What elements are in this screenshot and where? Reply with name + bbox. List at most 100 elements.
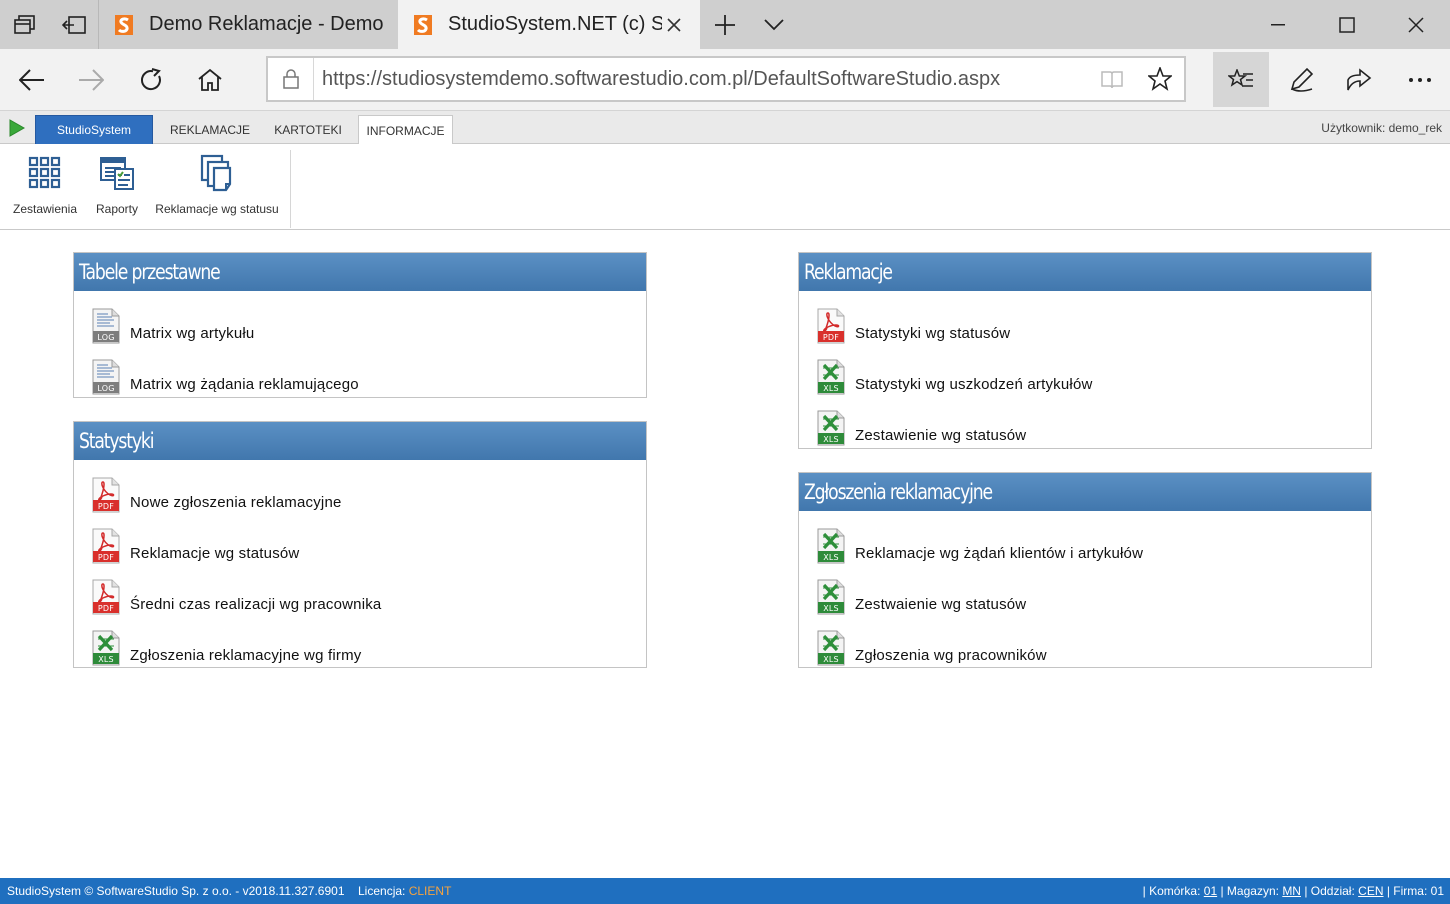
panel-title: Zgłoszenia reklamacyjne [799,473,1371,511]
pdf-file-icon [90,528,122,564]
share-icon[interactable] [1329,49,1389,110]
firma-label: | Firma: [1386,884,1428,898]
refresh-icon[interactable] [121,49,181,110]
tab-studiosystem[interactable]: StudioSystem [35,115,153,145]
notes-pen-icon[interactable] [1271,49,1331,110]
tab-informacje[interactable]: INFORMACJE [358,115,453,146]
maximize-icon[interactable] [1312,0,1381,49]
context-info: | Komórka: 01 | Magazyn: MN | Oddział: C… [1143,878,1444,904]
oddzial-label: | Oddział: [1304,884,1355,898]
ribbon-separator [290,150,291,228]
favorites-hub-icon[interactable] [1213,52,1269,107]
report-link-label[interactable]: Zestwaienie wg statusów [855,596,1026,613]
tab-preview-chevron-icon[interactable] [749,0,798,49]
report-link-label[interactable]: Matrix wg artykułu [130,325,254,342]
minimize-icon[interactable] [1243,0,1312,49]
panel-title: Tabele przestawne [74,253,646,291]
oddzial-link[interactable]: CEN [1358,884,1383,898]
report-link[interactable]: Zestwaienie wg statusów [815,568,1371,619]
ribbon-reklamacje-wg-statusu-button[interactable]: Reklamacje wg statusu [152,154,282,216]
play-icon[interactable] [9,119,25,137]
report-link-label[interactable]: Reklamacje wg statusów [130,545,299,562]
tab-title: Demo Reklamacje - Demo c [149,13,384,35]
report-link[interactable]: Średni czas realizacji wg pracownika [90,568,646,619]
panel-title: Reklamacje [799,253,1371,291]
report-link[interactable]: Nowe zgłoszenia reklamacyjne [90,466,646,517]
report-link[interactable]: Zestawienie wg statusów [815,399,1371,450]
close-tab-icon[interactable] [662,13,686,37]
panel-statystyki: Statystyki Nowe zgłoszenia reklamacyjne … [73,421,647,668]
license-value: CLIENT [408,884,452,898]
browser-tab-demo[interactable]: Demo Reklamacje - Demo c [98,0,398,49]
forward-arrow-icon[interactable] [61,49,121,110]
xls-file-icon [815,579,847,615]
pdf-file-icon [90,579,122,615]
favorite-star-icon[interactable] [1136,58,1184,100]
ribbon-label: Reklamacje wg statusu [155,202,279,216]
report-link-label[interactable]: Zgłoszenia wg pracowników [855,647,1047,664]
firma-value: 01 [1430,884,1444,898]
report-link-label[interactable]: Średni czas realizacji wg pracownika [130,596,381,613]
app-ribbon: Zestawienia Raporty Reklamacje wg status… [0,144,1450,230]
report-link-label[interactable]: Reklamacje wg żądań klientów i artykułów [855,545,1143,562]
report-link-label[interactable]: Nowe zgłoszenia reklamacyjne [130,494,342,511]
ribbon-label: Zestawienia [12,202,78,216]
report-link-label[interactable]: Matrix wg żądania reklamującego [130,376,359,393]
komorka-label: | Komórka: [1142,884,1201,898]
lock-icon[interactable] [268,58,314,100]
report-link[interactable]: Zgłoszenia reklamacyjne wg firmy [90,619,646,670]
pdf-file-icon [90,477,122,513]
copyright-text: StudioSystem © SoftwareStudio Sp. z o.o.… [7,884,345,898]
pdf-file-icon [815,308,847,344]
status-bar: StudioSystem © SoftwareStudio Sp. z o.o.… [0,878,1450,904]
xls-file-icon [815,359,847,395]
browser-navbar: https://studiosystemdemo.softwarestudio.… [0,49,1450,110]
address-bar[interactable]: https://studiosystemdemo.softwarestudio.… [266,56,1186,102]
back-arrow-icon[interactable] [2,49,62,110]
tab-kartoteki[interactable]: KARTOTEKI [264,115,352,145]
more-options-icon[interactable] [1390,49,1450,110]
xls-file-icon [815,630,847,666]
report-link-label[interactable]: Zestawienie wg statusów [855,427,1026,444]
log-file-icon [90,308,122,344]
report-link[interactable]: Statystyki wg statusów [815,297,1371,348]
ribbon-label: Raporty [95,202,139,216]
browser-tab-strip: Demo Reklamacje - Demo c StudioSystem.NE… [0,0,1450,49]
report-link[interactable]: Zgłoszenia wg pracowników [815,619,1371,670]
xls-file-icon [815,528,847,564]
magazyn-label: | Magazyn: [1220,884,1279,898]
report-link[interactable]: Reklamacje wg statusów [90,517,646,568]
xls-file-icon [90,630,122,666]
report-link-label[interactable]: Statystyki wg uszkodzeń artykułów [855,376,1093,393]
url-text[interactable]: https://studiosystemdemo.softwarestudio.… [314,68,1088,91]
panel-zgloszenia-reklamacyjne: Zgłoszenia reklamacyjne Reklamacje wg żą… [798,472,1372,668]
panel-title: Statystyki [74,422,646,460]
report-link-label[interactable]: Statystyki wg statusów [855,325,1010,342]
grid-icon [28,156,61,189]
close-window-icon[interactable] [1381,0,1450,49]
browser-tab-studiosystem[interactable]: StudioSystem.NET (c) Sc [398,0,700,49]
report-link-label[interactable]: Zgłoszenia reklamacyjne wg firmy [130,647,361,664]
report-link[interactable]: Matrix wg artykułu [90,297,646,348]
tab-reklamacje[interactable]: REKLAMACJE [160,115,260,145]
report-link[interactable]: Reklamacje wg żądań klientów i artykułów [815,517,1371,568]
license-info: Licencja: CLIENT [358,878,451,904]
ribbon-zestawienia-button[interactable]: Zestawienia [12,154,78,216]
report-icon [100,157,134,190]
report-link[interactable]: Statystyki wg uszkodzeń artykułów [815,348,1371,399]
reading-view-icon[interactable] [1088,58,1136,100]
komorka-link[interactable]: 01 [1204,884,1217,898]
tab-actions-icon[interactable] [0,0,49,49]
tab-title: StudioSystem.NET (c) Sc [448,13,662,35]
log-file-icon [90,359,122,395]
new-tab-icon[interactable] [700,0,749,49]
report-link[interactable]: Matrix wg żądania reklamującego [90,348,646,399]
studiosystem-favicon-icon [414,14,432,35]
ribbon-raporty-button[interactable]: Raporty [92,154,142,216]
user-label: Użytkownik: demo_rek [1321,121,1442,135]
magazyn-link[interactable]: MN [1282,884,1301,898]
set-tabs-aside-icon[interactable] [49,0,98,49]
home-icon[interactable] [180,49,240,110]
xls-file-icon [815,410,847,446]
documents-icon [200,154,232,192]
